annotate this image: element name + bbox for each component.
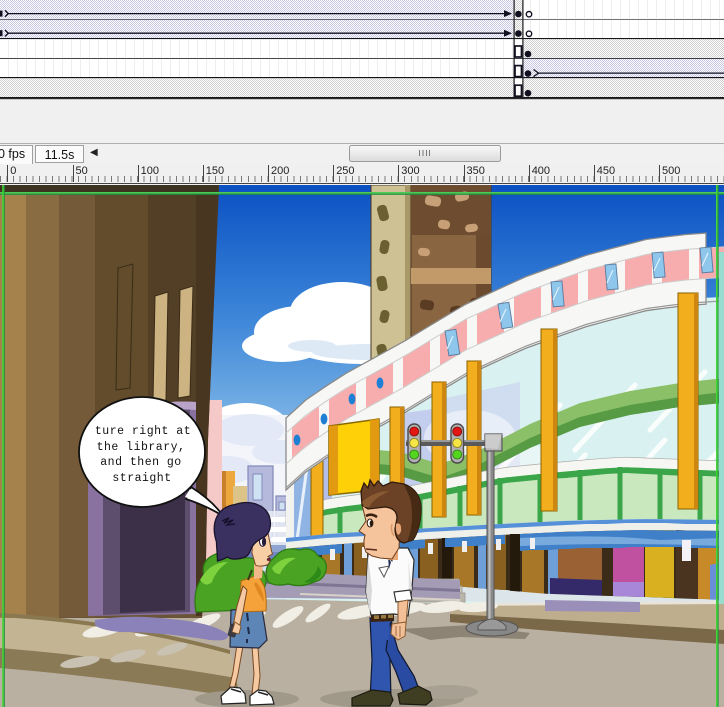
svg-text:ture right at: ture right at: [95, 425, 191, 438]
svg-text:the library,: the library,: [97, 441, 186, 454]
svg-text:straight: straight: [112, 472, 171, 485]
svg-text:and then go: and then go: [100, 456, 181, 469]
